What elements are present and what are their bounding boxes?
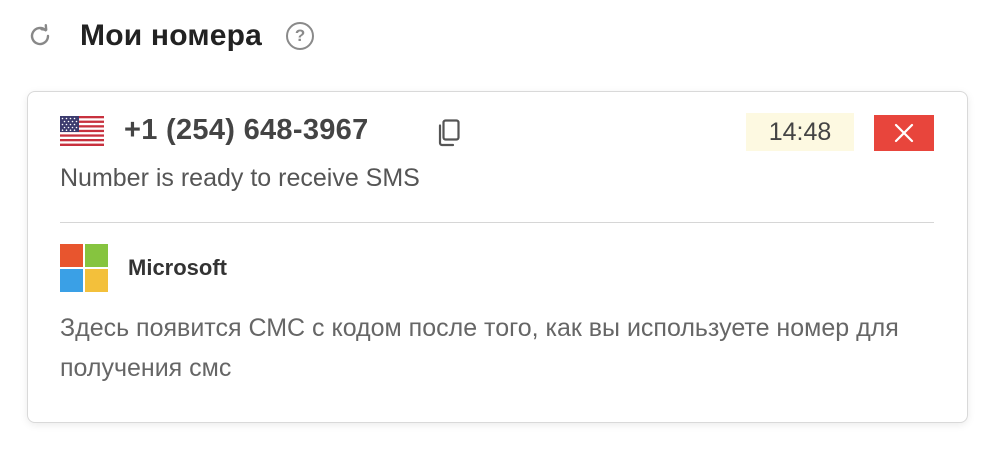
cancel-number-button[interactable]: [874, 115, 934, 151]
page-header: Мои номера ?: [26, 14, 315, 58]
number-status: Number is ready to receive SMS: [60, 164, 420, 192]
microsoft-logo-icon: [60, 244, 108, 292]
time-remaining: 14:48: [746, 113, 854, 151]
service-name: Microsoft: [128, 255, 227, 280]
copy-icon: [438, 119, 460, 147]
page-title: Мои номера: [80, 19, 263, 52]
copy-number-button[interactable]: [436, 119, 462, 147]
phone-number: +1 (254) 648-3967: [124, 114, 369, 146]
divider: [60, 222, 934, 223]
number-card: +1 (254) 648-3967 14:48 Number is ready …: [27, 91, 968, 423]
us-flag-icon: [60, 116, 104, 146]
close-icon: [894, 123, 914, 143]
help-button[interactable]: ?: [286, 22, 315, 50]
refresh-button[interactable]: [26, 22, 54, 50]
help-icon: ?: [294, 26, 306, 45]
sms-placeholder-text: Здесь появится СМС с кодом после того, к…: [60, 314, 899, 382]
refresh-icon: [30, 24, 50, 46]
